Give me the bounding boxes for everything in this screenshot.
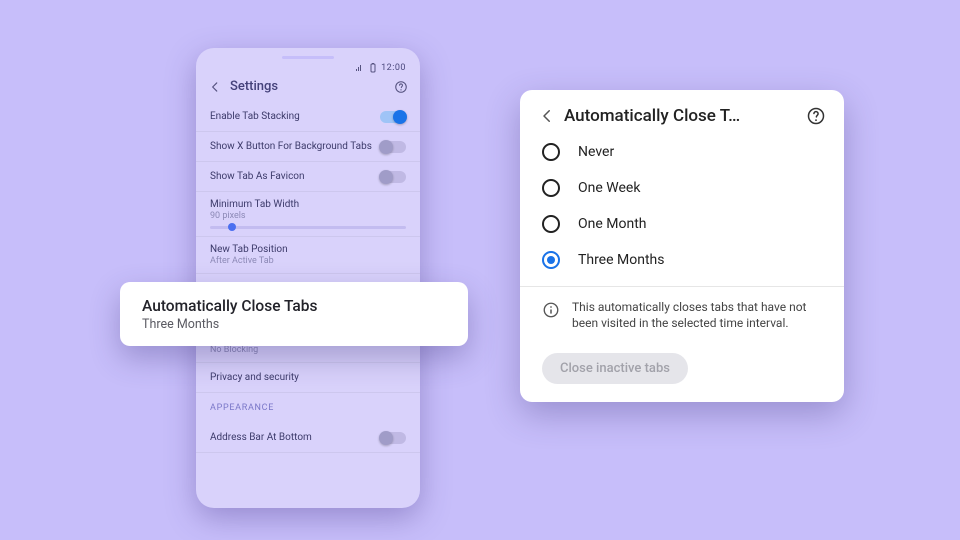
info-text: This automatically closes tabs that have… [572,299,822,331]
row-new-tab-position[interactable]: New Tab Position After Active Tab [196,237,420,274]
option-never[interactable]: Never [520,134,844,170]
row-address-bar-bottom[interactable]: Address Bar At Bottom [196,423,420,453]
help-icon[interactable] [806,106,826,126]
radio-icon [542,143,560,161]
row-privacy-security[interactable]: Privacy and security [196,363,420,393]
radio-icon [542,251,560,269]
toggle-icon[interactable] [380,111,406,123]
option-one-month[interactable]: One Month [520,206,844,242]
status-bar: 12:00 [196,59,420,75]
option-one-week[interactable]: One Week [520,170,844,206]
row-enable-tab-stacking[interactable]: Enable Tab Stacking [196,102,420,132]
back-icon[interactable] [538,107,556,125]
option-three-months[interactable]: Three Months [520,242,844,278]
auto-close-dialog: Automatically Close T… Never One Week On… [520,90,844,402]
battery-icon [369,63,377,73]
settings-list: Enable Tab Stacking Show X Button For Ba… [196,102,420,453]
back-icon[interactable] [208,80,222,94]
settings-header: Settings [196,75,420,102]
settings-title: Settings [230,79,386,94]
radio-icon [542,215,560,233]
clock: 12:00 [381,63,406,73]
info-icon [542,301,560,319]
close-inactive-tabs-button[interactable]: Close inactive tabs [542,353,688,384]
help-icon[interactable] [394,80,408,94]
dialog-header: Automatically Close T… [520,90,844,134]
callout-value: Three Months [142,317,446,332]
phone-frame: 12:00 Settings Enable Tab Stacking Show … [196,48,420,508]
slider[interactable] [210,226,406,229]
row-show-favicon[interactable]: Show Tab As Favicon [196,162,420,192]
callout-auto-close-tabs[interactable]: Automatically Close Tabs Three Months [120,282,468,346]
toggle-icon[interactable] [380,432,406,444]
toggle-icon[interactable] [380,141,406,153]
toggle-icon[interactable] [380,171,406,183]
radio-icon [542,179,560,197]
callout-title: Automatically Close Tabs [142,297,446,315]
dialog-title: Automatically Close T… [564,106,798,126]
signal-icon [355,64,365,72]
info-row: This automatically closes tabs that have… [520,287,844,335]
row-show-x-button[interactable]: Show X Button For Background Tabs [196,132,420,162]
section-appearance: APPEARANCE [196,393,420,423]
row-min-tab-width[interactable]: Minimum Tab Width 90 pixels [196,192,420,237]
